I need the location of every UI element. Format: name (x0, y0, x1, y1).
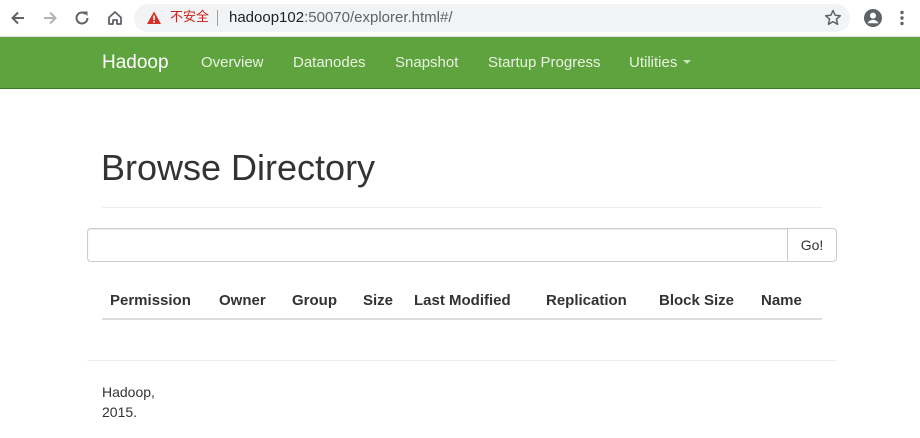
browser-menu-button[interactable] (890, 6, 914, 30)
more-vertical-icon (900, 10, 904, 26)
back-button[interactable] (6, 6, 30, 30)
caret-down-icon (683, 60, 692, 65)
arrow-right-icon (44, 11, 57, 25)
address-divider (217, 10, 218, 26)
reload-icon (75, 11, 89, 25)
url-host: hadoop102 (229, 9, 305, 26)
security-status[interactable]: 不安全 (170, 10, 209, 26)
column-header-size[interactable]: Size (363, 292, 393, 310)
column-header-group[interactable]: Group (292, 292, 337, 310)
url-text[interactable]: hadoop102:50070/explorer.html#/ (229, 9, 453, 27)
warning-icon (147, 11, 161, 24)
reload-button[interactable] (70, 6, 94, 30)
title-divider (102, 207, 822, 208)
column-header-name[interactable]: Name (761, 292, 802, 310)
column-header-last-modified[interactable]: Last Modified (414, 292, 511, 310)
nav-datanodes[interactable]: Datanodes (293, 54, 366, 72)
directory-search: Go! (87, 228, 837, 262)
home-icon (108, 11, 122, 25)
nav-overview[interactable]: Overview (201, 54, 264, 72)
nav-utilities-dropdown[interactable]: Utilities (629, 54, 692, 72)
footer: Hadoop, 2015. (102, 382, 155, 422)
column-header-replication[interactable]: Replication (546, 292, 627, 310)
star-icon[interactable] (823, 8, 843, 28)
table-header-divider (102, 318, 822, 320)
url-path: :50070/explorer.html#/ (304, 9, 453, 26)
footer-divider (87, 360, 837, 361)
footer-line-1: Hadoop, (102, 384, 155, 400)
nav-snapshot[interactable]: Snapshot (395, 54, 458, 72)
browser-toolbar: 不安全 hadoop102:50070/explorer.html#/ (0, 0, 920, 37)
nav-utilities-label: Utilities (629, 54, 678, 71)
column-header-owner[interactable]: Owner (219, 292, 266, 310)
go-button[interactable]: Go! (787, 228, 837, 262)
column-header-permission[interactable]: Permission (110, 292, 191, 310)
arrow-left-icon (11, 11, 24, 25)
address-bar[interactable]: 不安全 hadoop102:50070/explorer.html#/ (134, 4, 850, 32)
home-button[interactable] (103, 6, 127, 30)
page-title: Browse Directory (101, 147, 376, 188)
navbar-brand[interactable]: Hadoop (102, 52, 169, 74)
account-icon (864, 9, 882, 27)
nav-startup-progress[interactable]: Startup Progress (488, 54, 601, 72)
profile-button[interactable] (861, 6, 885, 30)
footer-line-2: 2015. (102, 404, 138, 420)
column-header-block-size[interactable]: Block Size (659, 292, 734, 310)
forward-button[interactable] (38, 6, 62, 30)
top-navbar: Hadoop Overview Datanodes Snapshot Start… (0, 37, 920, 89)
directory-path-input[interactable] (87, 228, 788, 262)
